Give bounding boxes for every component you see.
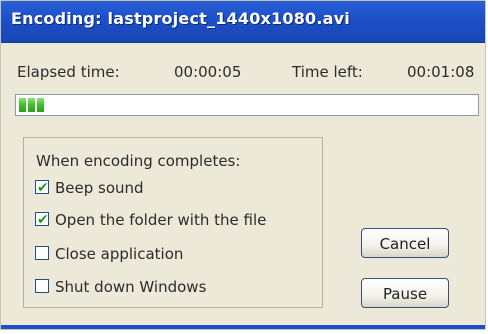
checkbox-box[interactable]: ✔ bbox=[35, 180, 49, 196]
checkmark-icon: ✔ bbox=[37, 212, 49, 228]
window-title: Encoding: lastproject_1440x1080.avi bbox=[11, 9, 350, 28]
completion-options-group: When encoding completes: ✔ Beep sound ✔ … bbox=[23, 137, 323, 308]
open-folder-label[interactable]: Open the folder with the file bbox=[55, 210, 266, 230]
completion-heading: When encoding completes: bbox=[36, 152, 241, 170]
shut-down-windows-label[interactable]: Shut down Windows bbox=[55, 277, 206, 297]
close-application-label[interactable]: Close application bbox=[55, 244, 183, 264]
progress-segment bbox=[19, 98, 26, 112]
checkbox-box[interactable] bbox=[35, 246, 49, 260]
progress-bar bbox=[15, 94, 479, 116]
title-bar[interactable]: Encoding: lastproject_1440x1080.avi bbox=[1, 1, 485, 43]
beep-sound-label[interactable]: Beep sound bbox=[55, 178, 144, 198]
bottom-border bbox=[1, 325, 485, 329]
pause-button[interactable]: Pause bbox=[361, 278, 449, 308]
progress-segment bbox=[37, 98, 44, 112]
progress-segment bbox=[28, 98, 35, 112]
encoding-dialog: Encoding: lastproject_1440x1080.avi Elap… bbox=[0, 0, 486, 330]
checkbox-box[interactable] bbox=[35, 279, 49, 293]
time-left-label: Time left: bbox=[292, 63, 363, 81]
elapsed-time-label: Elapsed time: bbox=[17, 63, 120, 81]
time-left-value: 00:01:08 bbox=[407, 63, 475, 81]
checkmark-icon: ✔ bbox=[37, 180, 49, 196]
cancel-button[interactable]: Cancel bbox=[361, 228, 449, 258]
checkbox-box[interactable]: ✔ bbox=[35, 212, 49, 228]
elapsed-time-value: 00:00:05 bbox=[174, 63, 242, 81]
